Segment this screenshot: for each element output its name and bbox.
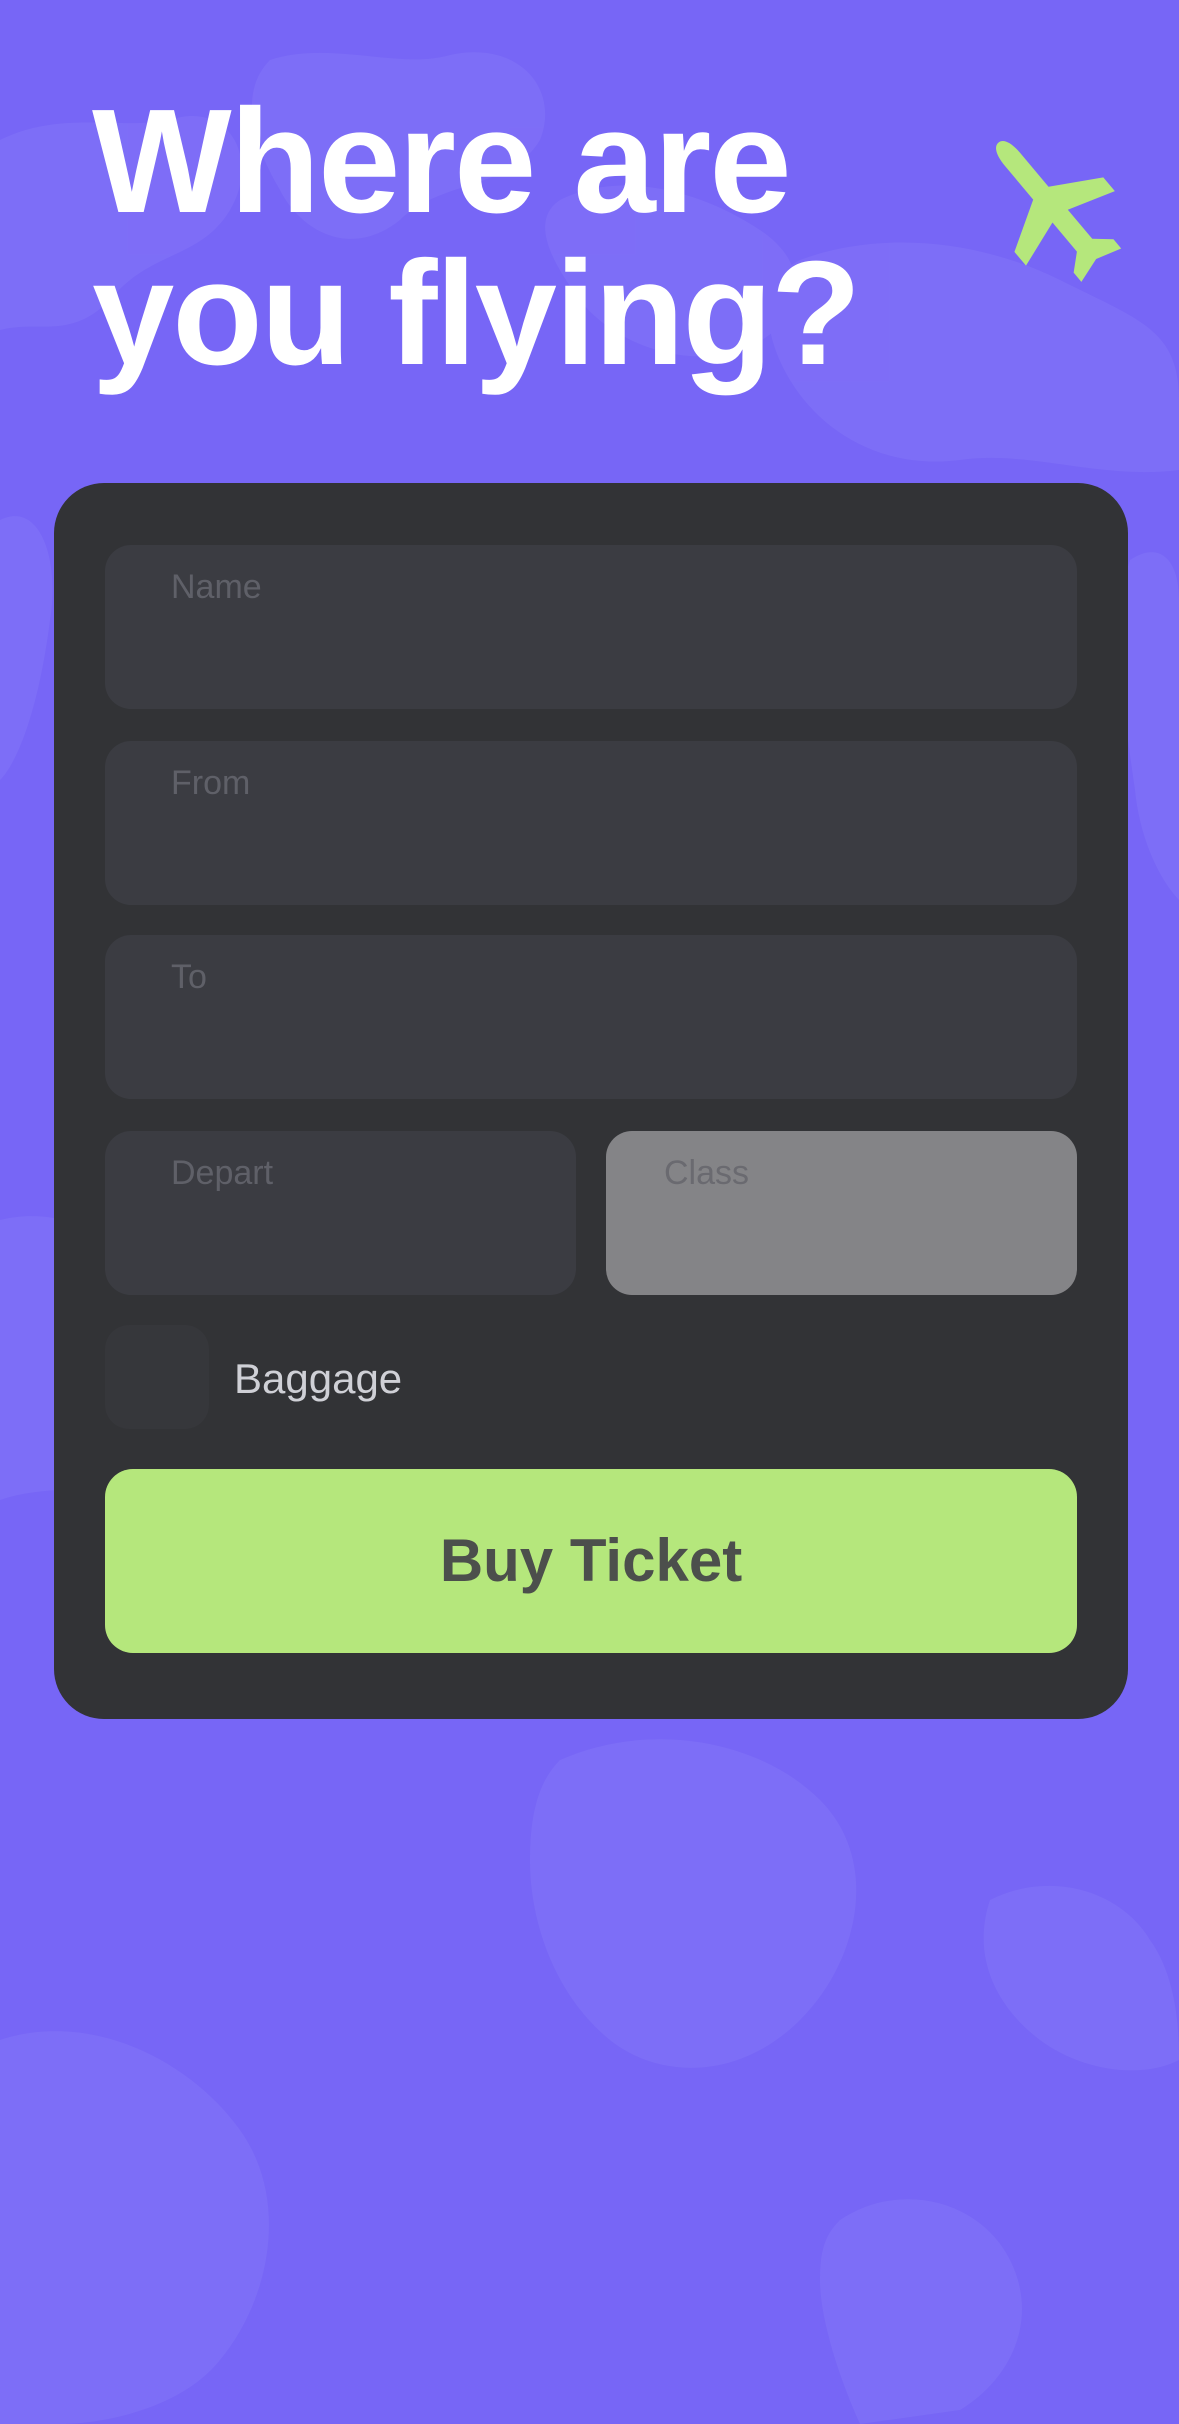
depart-field-label: Depart bbox=[171, 1154, 274, 1192]
airplane-icon bbox=[996, 141, 1122, 282]
title-line-1: Where are bbox=[92, 79, 792, 244]
buy-ticket-button[interactable]: Buy Ticket bbox=[105, 1469, 1077, 1653]
title-line-2: you flying? bbox=[92, 231, 861, 396]
booking-form-card: Name From To Depart Class Baggage Buy Ti… bbox=[54, 483, 1128, 1719]
name-field[interactable]: Name bbox=[105, 545, 1077, 709]
from-field[interactable]: From bbox=[105, 741, 1077, 905]
class-select[interactable]: Class bbox=[606, 1131, 1077, 1295]
page-title: Where are you flying? bbox=[92, 86, 972, 390]
baggage-checkbox[interactable] bbox=[105, 1325, 209, 1429]
from-field-label: From bbox=[171, 764, 251, 802]
baggage-checkbox-label: Baggage bbox=[234, 1355, 403, 1402]
class-select-label: Class bbox=[664, 1154, 750, 1192]
to-field[interactable]: To bbox=[105, 935, 1077, 1099]
name-field-label: Name bbox=[171, 568, 262, 606]
depart-field[interactable]: Depart bbox=[105, 1131, 576, 1295]
to-field-label: To bbox=[171, 958, 207, 996]
